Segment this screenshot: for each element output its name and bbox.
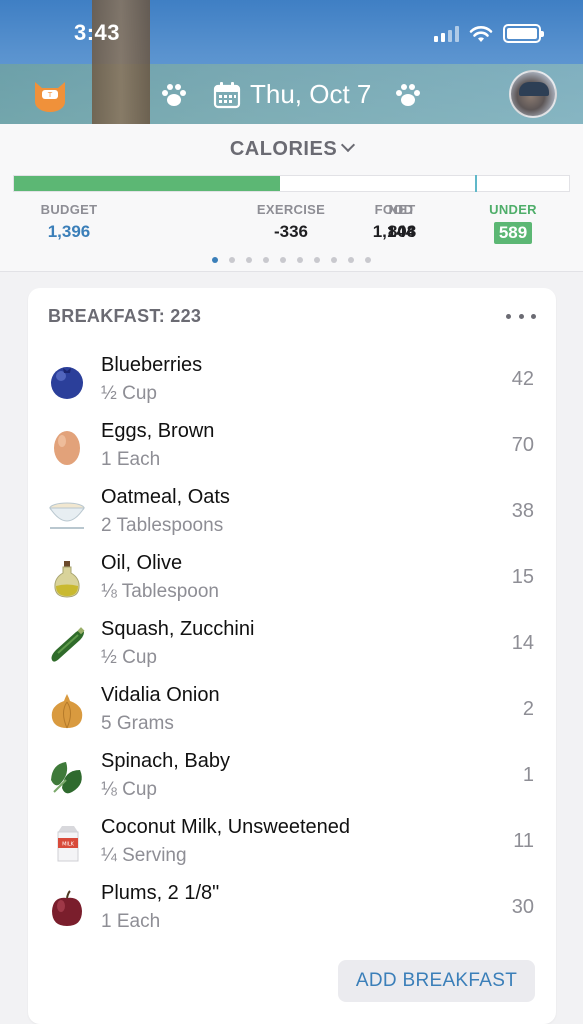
page-dot[interactable] (314, 257, 320, 263)
stat-budget: BUDGET 1,396 (19, 202, 119, 242)
svg-text:T: T (47, 91, 53, 99)
food-row[interactable]: Oil, Olive ⅛ Tablespoon 15 (28, 544, 556, 610)
date-label[interactable]: Thu, Oct 7 (250, 79, 371, 110)
page-dot[interactable] (212, 257, 218, 263)
calorie-summary[interactable]: CALORIES BUDGET 1,396 FOOD 1,144 EXERCIS… (0, 124, 583, 272)
food-serving: ½ Cup (101, 647, 157, 668)
milk-carton-icon: MILK (57, 826, 79, 862)
stat-label: EXERCISE (256, 202, 326, 217)
budget-marker (475, 175, 477, 192)
food-name: Spinach, Baby (101, 750, 230, 772)
avatar[interactable] (509, 70, 557, 118)
egg-icon (54, 431, 80, 465)
stat-net: NET 808 (352, 202, 452, 242)
milk-label: MILK (62, 842, 75, 848)
calendar-icon[interactable] (213, 81, 241, 109)
chevron-down-icon (341, 137, 356, 153)
page-dot[interactable] (246, 257, 252, 263)
stat-exercise: EXERCISE -336 (241, 202, 341, 242)
stat-under: UNDER 589 (463, 202, 563, 244)
stat-label: BUDGET (40, 202, 98, 217)
food-name: Plums, 2 1/8" (101, 882, 220, 904)
food-calories: 42 (511, 368, 534, 390)
page-indicator[interactable] (212, 257, 371, 263)
status-icons (434, 24, 544, 43)
food-calories: 14 (511, 632, 534, 654)
food-row[interactable]: Blueberries ½ Cup 42 (28, 346, 556, 412)
wifi-icon (469, 25, 493, 42)
page-dot[interactable] (331, 257, 337, 263)
food-serving: ¼ Serving (101, 845, 187, 866)
cat-icon[interactable]: T (32, 76, 68, 112)
bowl-icon (49, 502, 85, 529)
stat-value: 808 (387, 222, 417, 241)
food-calories: 11 (513, 830, 534, 852)
summary-title[interactable]: CALORIES (0, 137, 583, 161)
food-row[interactable]: MILK Coconut Milk, Unsweetened ¼ Serving… (28, 808, 556, 874)
food-name: Vidalia Onion (101, 684, 220, 706)
food-serving: ⅛ Tablespoon (101, 581, 219, 602)
app-header: 3:43 T Thu, Oct 7 (0, 0, 583, 124)
page-dot[interactable] (365, 257, 371, 263)
food-serving: 1 Each (101, 449, 161, 470)
paw-icon[interactable] (394, 82, 422, 110)
paw-icon[interactable] (160, 82, 188, 110)
status-time: 3:43 (74, 20, 121, 45)
stat-label: UNDER (489, 202, 537, 217)
stat-label: NET (388, 202, 416, 217)
food-serving: ½ Cup (101, 383, 157, 404)
food-serving: 2 Tablespoons (101, 515, 224, 536)
page-dot[interactable] (229, 257, 235, 263)
page-dot[interactable] (297, 257, 303, 263)
food-row[interactable]: Vidalia Onion 5 Grams 2 (28, 676, 556, 742)
food-name: Blueberries (101, 354, 203, 376)
food-serving: 1 Each (101, 911, 161, 932)
food-row[interactable]: Plums, 2 1/8" 1 Each 30 (28, 874, 556, 940)
summary-title-label: CALORIES (229, 138, 338, 160)
food-row[interactable]: Eggs, Brown 1 Each 70 (28, 412, 556, 478)
calorie-progress-bar (13, 175, 570, 192)
food-row[interactable]: Squash, Zucchini ½ Cup 14 (28, 610, 556, 676)
date-nav: T Thu, Oct 7 (0, 70, 583, 120)
more-options-button[interactable] (506, 308, 536, 324)
stat-value: -336 (273, 222, 309, 241)
food-calories: 15 (511, 566, 534, 588)
food-row[interactable]: Oatmeal, Oats 2 Tablespoons 38 (28, 478, 556, 544)
food-name: Oatmeal, Oats (101, 486, 230, 508)
food-calories: 70 (511, 434, 534, 456)
food-row[interactable]: Spinach, Baby ⅛ Cup 1 (28, 742, 556, 808)
food-serving: 5 Grams (101, 713, 174, 734)
food-calories: 38 (511, 500, 534, 522)
page-dot[interactable] (280, 257, 286, 263)
food-calories: 2 (522, 698, 534, 720)
food-name: Coconut Milk, Unsweetened (101, 816, 351, 838)
food-calories: 1 (522, 764, 534, 786)
breakfast-title: BREAKFAST: 223 (48, 306, 202, 326)
food-calories: 30 (511, 896, 534, 918)
onion-icon (51, 694, 83, 729)
signal-icon (434, 25, 459, 42)
food-serving: ⅛ Cup (101, 779, 157, 800)
plum-icon (52, 890, 82, 926)
breakfast-card: BREAKFAST: 223 Blueberries ½ Cup 42 Eggs… (28, 288, 556, 1024)
food-name: Squash, Zucchini (101, 618, 255, 640)
calorie-progress-fill (14, 176, 281, 191)
add-breakfast-button[interactable]: ADD BREAKFAST (338, 960, 535, 1002)
blueberry-icon (51, 367, 83, 399)
spinach-icon (51, 762, 82, 794)
page-dot[interactable] (263, 257, 269, 263)
zucchini-icon (51, 627, 85, 662)
food-name: Oil, Olive (101, 552, 183, 574)
olive-oil-icon (54, 561, 80, 598)
stat-value: 1,396 (47, 222, 91, 241)
page-dot[interactable] (348, 257, 354, 263)
battery-icon (503, 24, 544, 43)
calorie-stats: BUDGET 1,396 FOOD 1,144 EXERCISE -336 NE… (0, 202, 583, 244)
stat-value-badge: 589 (493, 222, 533, 244)
food-name: Eggs, Brown (101, 420, 215, 442)
